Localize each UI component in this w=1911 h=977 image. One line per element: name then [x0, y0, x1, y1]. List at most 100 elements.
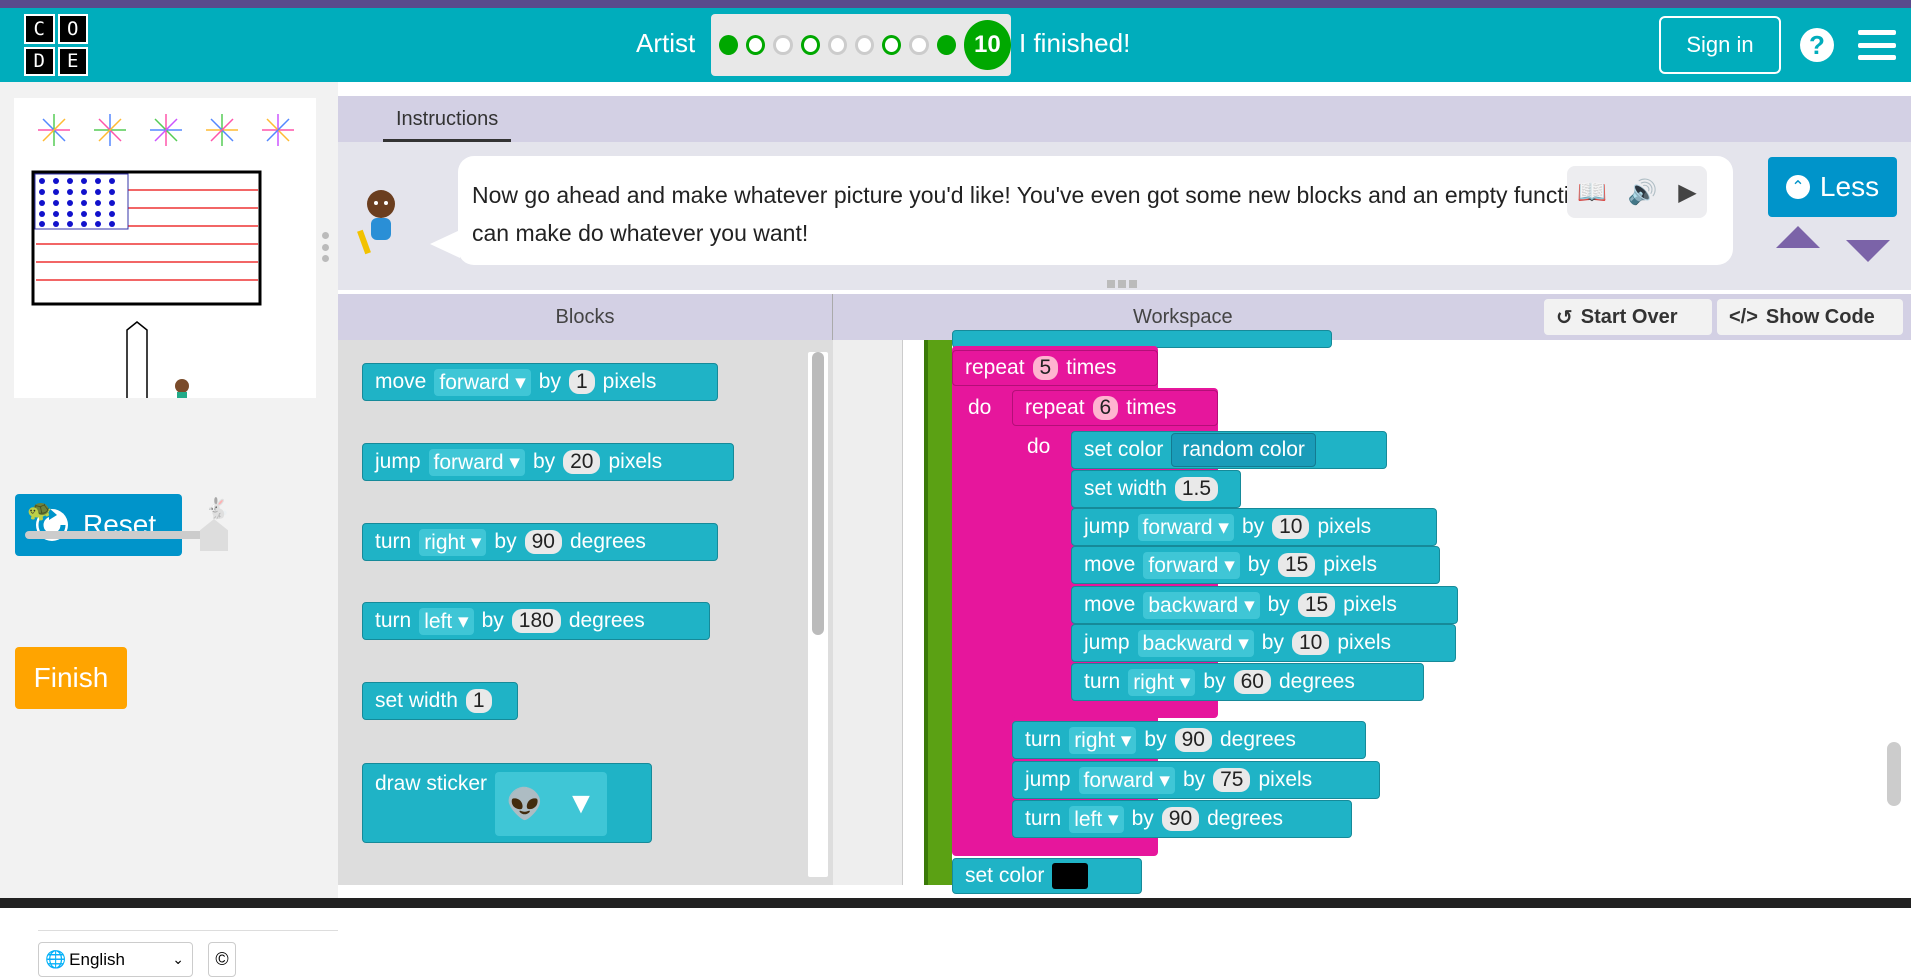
tab-instructions[interactable]: Instructions [383, 108, 512, 142]
show-code-button[interactable]: </> Show Code [1717, 299, 1903, 335]
language-select[interactable]: 🌐 English ⌄ [38, 942, 193, 977]
level-dot[interactable] [936, 35, 956, 55]
language-value: English [69, 949, 125, 969]
level-dot[interactable] [746, 35, 766, 55]
set-width-block[interactable]: set width 1 [362, 682, 518, 720]
set-width-block[interactable]: set width 1.5 [1071, 470, 1241, 508]
inner-repeat-header[interactable]: repeat 6 times [1012, 390, 1218, 426]
jump-block[interactable]: jump backward ▾ by 10 pixels [1071, 624, 1456, 662]
number-field[interactable]: 1 [465, 689, 492, 713]
number-field[interactable]: 90 [1174, 728, 1212, 752]
move-block[interactable]: move forward ▾ by 1 pixels [362, 363, 718, 401]
repeat-count-field[interactable]: 5 [1032, 356, 1059, 380]
help-icon[interactable]: ? [1800, 28, 1834, 62]
toolbox-scrollbar[interactable] [812, 352, 824, 635]
direction-dropdown[interactable]: forward ▾ [1137, 513, 1234, 541]
workspace-scrollbar[interactable] [1887, 742, 1901, 806]
less-button[interactable]: ⌃ Less [1768, 157, 1897, 217]
direction-dropdown[interactable]: forward ▾ [428, 448, 525, 476]
random-color-block[interactable]: random color [1171, 433, 1316, 467]
outer-repeat-header[interactable]: repeat 5 times [952, 350, 1158, 386]
direction-dropdown[interactable]: backward ▾ [1137, 629, 1254, 657]
number-field[interactable]: 180 [511, 609, 561, 633]
level-progress: 10 [711, 14, 1011, 76]
set-color-block[interactable]: set color [952, 858, 1142, 894]
set-color-block[interactable]: set color random color [1071, 431, 1387, 469]
text-to-speech-icon[interactable]: 📖 [1577, 178, 1607, 207]
finished-link[interactable]: I finished! [1019, 28, 1130, 59]
number-field[interactable]: 15 [1277, 553, 1316, 577]
number-field[interactable]: 20 [563, 450, 601, 474]
scroll-up-arrow-icon[interactable] [1776, 226, 1820, 248]
level-dot[interactable] [827, 35, 848, 55]
block-text: by [1267, 593, 1290, 616]
play-icon[interactable]: ▶ [1678, 178, 1696, 207]
block-text: pixels [1317, 515, 1372, 538]
level-dot[interactable] [800, 35, 820, 55]
logo-letter: D [24, 46, 55, 76]
start-over-label: Start Over [1580, 305, 1678, 328]
jump-block[interactable]: jump forward ▾ by 10 pixels [1071, 508, 1437, 546]
direction-dropdown[interactable]: right ▾ [419, 528, 487, 556]
block-text: by [532, 450, 556, 473]
number-field[interactable]: 1.5 [1174, 477, 1219, 501]
turn-right-block[interactable]: turn right ▾ by 90 degrees [362, 523, 718, 561]
direction-dropdown[interactable]: forward ▾ [434, 368, 531, 396]
turn-block[interactable]: turn right ▾ by 60 degrees [1071, 663, 1424, 701]
number-field[interactable]: 10 [1272, 515, 1310, 539]
block-text: by [538, 370, 561, 393]
scroll-down-arrow-icon[interactable] [1846, 240, 1890, 262]
number-field[interactable]: 90 [524, 530, 562, 554]
jump-block[interactable]: jump forward ▾ by 20 pixels [362, 443, 734, 481]
block-text: set color [965, 864, 1045, 887]
code-logo[interactable]: C O D E [24, 14, 88, 76]
number-field[interactable]: 90 [1161, 807, 1200, 831]
level-dot[interactable] [773, 35, 793, 55]
current-level-dot[interactable]: 10 [963, 20, 1011, 70]
block-text: degrees [1278, 670, 1355, 693]
speed-slider-thumb[interactable] [200, 519, 228, 551]
direction-dropdown[interactable]: right ▾ [1069, 726, 1137, 754]
panel-resize-handle[interactable] [322, 232, 330, 262]
block-text: turn [1025, 728, 1062, 751]
number-field[interactable]: 10 [1291, 631, 1330, 655]
speaker-icon[interactable]: 🔊 [1628, 178, 1658, 207]
level-dot[interactable] [719, 35, 739, 55]
move-block[interactable]: move forward ▾ by 15 pixels [1071, 546, 1440, 584]
direction-dropdown[interactable]: backward ▾ [1143, 591, 1260, 619]
turn-left-block[interactable]: turn left ▾ by 180 degrees [362, 602, 710, 640]
level-dot[interactable] [855, 35, 875, 55]
level-dot[interactable] [882, 35, 902, 55]
finish-button[interactable]: Finish [15, 647, 127, 709]
number-field[interactable]: 15 [1297, 593, 1336, 617]
block-text: pixels [1337, 631, 1392, 654]
turtle-icon: 🐢 [27, 500, 52, 522]
copyright-button[interactable]: © [208, 942, 236, 977]
instructions-resize-handle[interactable] [1107, 280, 1137, 288]
direction-dropdown[interactable]: forward ▾ [1143, 551, 1240, 579]
direction-dropdown[interactable]: left ▾ [1069, 805, 1124, 833]
direction-dropdown[interactable]: right ▾ [1128, 668, 1196, 696]
sign-in-button[interactable]: Sign in [1659, 16, 1781, 74]
number-field[interactable]: 60 [1233, 670, 1271, 694]
color-swatch[interactable] [1052, 863, 1089, 889]
direction-dropdown[interactable]: forward ▾ [1078, 766, 1175, 794]
hamburger-menu-icon[interactable] [1858, 30, 1896, 60]
jump-block[interactable]: jump forward ▾ by 75 pixels [1012, 761, 1380, 799]
less-label: Less [1819, 171, 1880, 202]
level-dot[interactable] [909, 35, 929, 55]
logo-letter: E [57, 46, 88, 76]
start-over-button[interactable]: ↺ Start Over [1544, 299, 1712, 335]
draw-sticker-block[interactable]: draw sticker 👽 ▼ [362, 763, 652, 843]
turn-block[interactable]: turn right ▾ by 90 degrees [1012, 721, 1366, 759]
block-text: by [1241, 515, 1265, 538]
move-block[interactable]: move backward ▾ by 15 pixels [1071, 586, 1458, 624]
sticker-dropdown[interactable]: 👽 ▼ [495, 772, 608, 836]
repeat-count-field[interactable]: 6 [1092, 396, 1119, 420]
top-strip [0, 0, 1911, 8]
direction-dropdown[interactable]: left ▾ [419, 607, 474, 635]
number-field[interactable]: 1 [568, 370, 595, 394]
turn-block[interactable]: turn left ▾ by 90 degrees [1012, 800, 1352, 838]
number-field[interactable]: 75 [1213, 768, 1251, 792]
speed-slider[interactable] [25, 531, 215, 539]
